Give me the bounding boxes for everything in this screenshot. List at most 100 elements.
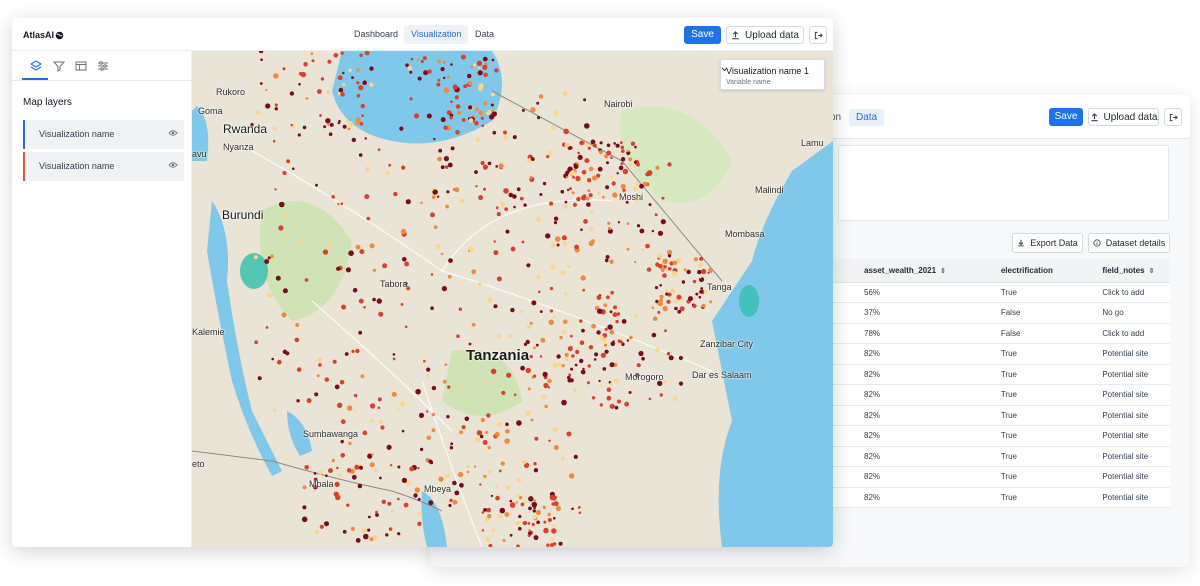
column-header-field-notes[interactable]: field_notes ⇕ xyxy=(1068,259,1170,283)
lake-malawi xyxy=(421,491,447,547)
data-point xyxy=(347,405,353,411)
sliders-icon[interactable] xyxy=(96,59,110,73)
data-point xyxy=(541,394,547,400)
tab-data[interactable]: Data xyxy=(849,109,885,126)
data-point xyxy=(259,82,263,85)
sort-icon[interactable]: ⇕ xyxy=(940,268,946,275)
table-row[interactable]: 37% False No go xyxy=(830,302,1170,324)
data-point xyxy=(549,286,554,291)
data-point xyxy=(552,542,557,546)
export-data-button[interactable]: Export Data xyxy=(1012,233,1083,253)
layer-item-1[interactable]: Visualization name xyxy=(23,120,184,149)
cell-field-notes[interactable]: Potential site xyxy=(1068,446,1170,467)
sort-icon[interactable]: ⇕ xyxy=(1149,268,1155,275)
data-point xyxy=(491,528,496,532)
data-point xyxy=(260,58,263,61)
data-point xyxy=(548,439,551,442)
data-point xyxy=(441,286,447,292)
table-row[interactable]: 82% True Potential site xyxy=(830,466,1170,488)
cell-field-notes[interactable]: Potential site xyxy=(1068,487,1170,508)
data-point xyxy=(582,288,586,292)
data-point xyxy=(409,466,415,472)
map-label-mombasa: Mombasa xyxy=(725,229,765,239)
data-point xyxy=(397,532,401,536)
data-point xyxy=(353,410,357,413)
eye-icon[interactable] xyxy=(168,161,178,169)
cell-field-notes[interactable]: Potential site xyxy=(1068,405,1170,426)
cell-field-notes[interactable]: Potential site xyxy=(1068,425,1170,447)
filter-icon[interactable] xyxy=(52,59,66,73)
save-button[interactable]: Save xyxy=(1049,108,1083,126)
data-point xyxy=(664,329,667,333)
data-point xyxy=(576,196,581,202)
column-header-electrification[interactable]: electrification xyxy=(966,259,1069,283)
data-point xyxy=(443,125,448,130)
data-point xyxy=(447,162,453,168)
data-point xyxy=(466,73,472,79)
description-panel[interactable] xyxy=(838,145,1169,221)
upload-data-button[interactable]: Upload data xyxy=(726,26,804,44)
upload-data-button[interactable]: Upload data xyxy=(1088,108,1159,126)
data-point xyxy=(533,468,539,473)
data-point xyxy=(303,62,308,67)
data-point xyxy=(340,439,344,444)
table-row[interactable]: 82% True Potential site xyxy=(830,405,1170,426)
data-point xyxy=(626,149,630,153)
visualization-select[interactable]: Visualization name 1 Variable name xyxy=(720,59,825,90)
highlight-cluster xyxy=(240,253,268,289)
table-icon[interactable] xyxy=(74,59,88,73)
table-row[interactable]: 82% True Potential site xyxy=(830,487,1170,508)
table-row[interactable]: 78% False Click to add xyxy=(830,323,1170,344)
table-row[interactable]: 82% True Potential site xyxy=(830,446,1170,467)
logout-button[interactable] xyxy=(1164,108,1182,126)
data-point xyxy=(484,536,491,542)
data-point xyxy=(527,387,531,391)
data-point xyxy=(302,505,307,510)
map-label-burundi: Burundi xyxy=(222,208,264,222)
table-row[interactable]: 82% True Potential site xyxy=(830,364,1170,385)
nav-visualization[interactable]: Visualization xyxy=(404,25,469,44)
cell-field-notes[interactable]: Potential site xyxy=(1068,466,1170,488)
table-row[interactable]: 82% True Potential site xyxy=(830,425,1170,447)
cell-field-notes[interactable]: Potential site xyxy=(1068,364,1170,385)
nav-data[interactable]: Data xyxy=(468,25,501,44)
cell-field-notes[interactable]: Click to add xyxy=(1068,282,1170,303)
map-view[interactable]: Rukoro Goma Rwanda avu Nyanza Burundi Na… xyxy=(192,51,833,547)
save-button[interactable]: Save xyxy=(684,26,721,44)
cell-field-notes[interactable]: No go xyxy=(1068,302,1170,324)
data-point xyxy=(547,150,552,155)
map-canvas[interactable] xyxy=(192,51,833,547)
data-point xyxy=(614,378,619,384)
data-point xyxy=(340,51,344,55)
data-point xyxy=(461,118,466,122)
logout-button[interactable] xyxy=(809,26,827,44)
data-point xyxy=(449,115,453,120)
table-row[interactable]: 82% True Potential site xyxy=(830,343,1170,365)
data-point xyxy=(509,502,516,508)
data-point xyxy=(624,401,629,407)
layers-icon[interactable] xyxy=(29,59,43,73)
nav-dashboard[interactable]: Dashboard xyxy=(347,25,405,44)
cell-field-notes[interactable]: Potential site xyxy=(1068,343,1170,365)
data-point xyxy=(348,441,352,446)
data-point xyxy=(304,465,309,470)
column-header-asset-wealth[interactable]: asset_wealth_2021 ⇕ xyxy=(830,259,967,283)
app-logo[interactable]: AtlasAI xyxy=(23,30,64,40)
data-point xyxy=(430,273,434,276)
cell-field-notes[interactable]: Click to add xyxy=(1068,323,1170,344)
dataset-details-button[interactable]: Dataset details xyxy=(1088,233,1170,253)
data-point xyxy=(503,130,507,135)
data-point xyxy=(290,123,293,127)
data-point xyxy=(449,498,453,503)
data-point xyxy=(461,425,466,430)
layer-item-2[interactable]: Visualization name xyxy=(23,152,184,181)
eye-icon[interactable] xyxy=(168,129,178,137)
cell-field-notes[interactable]: Potential site xyxy=(1068,384,1170,406)
data-point xyxy=(615,143,620,148)
table-row[interactable]: 56% True Click to add xyxy=(830,282,1170,303)
data-point xyxy=(271,357,274,361)
data-point xyxy=(459,430,464,435)
table-row[interactable]: 82% True Potential site xyxy=(830,384,1170,406)
data-point xyxy=(449,446,454,450)
data-point xyxy=(378,311,384,317)
